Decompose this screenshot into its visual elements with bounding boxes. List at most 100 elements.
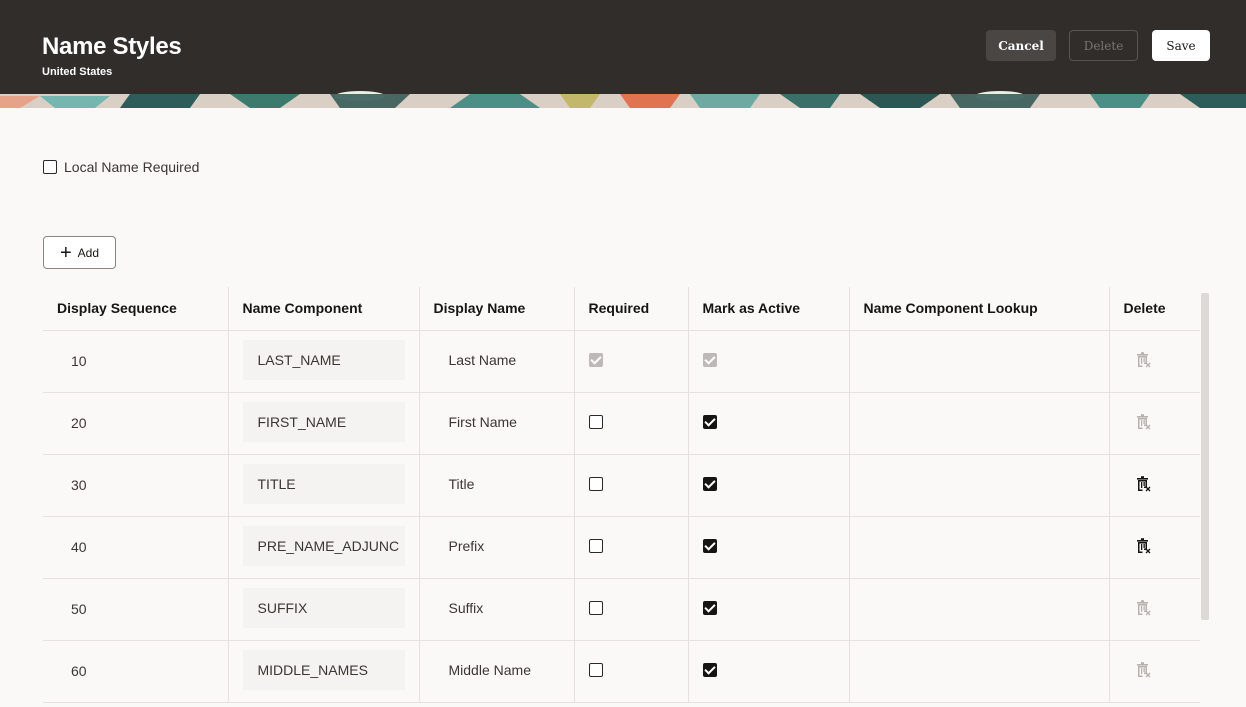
required-cell <box>574 330 689 393</box>
required-checkbox[interactable] <box>588 600 603 615</box>
display-sequence-cell: 10 <box>43 330 229 393</box>
display-sequence-value: 50 <box>71 601 87 617</box>
required-checkbox[interactable] <box>588 538 603 553</box>
display-sequence-cell: 40 <box>43 516 229 579</box>
name-component-lookup-cell[interactable] <box>849 454 1110 517</box>
local-name-required-label: Local Name Required <box>64 159 200 175</box>
display-sequence-cell: 30 <box>43 454 229 517</box>
name-component-lookup-cell[interactable] <box>849 330 1110 393</box>
table-row[interactable]: 60 MIDDLE_NAMES Middle Name <box>43 640 1200 703</box>
display-name-value[interactable]: Title <box>434 464 490 504</box>
trash-icon[interactable] <box>1134 475 1152 496</box>
name-component-lookup-cell[interactable] <box>849 516 1110 579</box>
delete-cell <box>1109 516 1200 579</box>
name-component-value: PRE_NAME_ADJUNC <box>242 525 405 566</box>
local-name-required-field[interactable]: Local Name Required <box>43 159 199 175</box>
name-component-cell: LAST_NAME <box>228 330 420 393</box>
delete-button[interactable]: Delete <box>1069 30 1138 61</box>
name-component-cell: SUFFIX <box>228 578 420 641</box>
display-sequence-cell: 20 <box>43 392 229 455</box>
delete-cell <box>1109 578 1200 641</box>
page-header: Name Styles United States Cancel Delete … <box>0 0 1246 108</box>
display-sequence-value: 60 <box>71 663 87 679</box>
plus-icon: + <box>59 241 72 264</box>
display-sequence-cell: 60 <box>43 640 229 703</box>
required-cell <box>574 516 689 579</box>
scrollbar-thumb[interactable] <box>1201 293 1209 620</box>
mark-as-active-checkbox[interactable] <box>702 414 717 429</box>
required-cell <box>574 640 689 703</box>
trash-icon <box>1134 351 1152 372</box>
table-row[interactable]: 50 SUFFIX Suffix <box>43 578 1200 641</box>
add-button-label: Add <box>77 245 100 260</box>
display-name-cell[interactable]: Middle Name <box>419 640 575 703</box>
required-checkbox[interactable] <box>588 476 603 491</box>
mark-as-active-checkbox[interactable] <box>702 476 717 491</box>
display-name-value[interactable]: Last Name <box>434 340 532 380</box>
table-row[interactable]: 40 PRE_NAME_ADJUNC Prefix <box>43 516 1200 579</box>
mark-as-active-cell <box>688 516 850 579</box>
save-button[interactable]: Save <box>1152 30 1210 61</box>
display-sequence-value: 10 <box>71 353 87 369</box>
table-row[interactable]: 30 TITLE Title <box>43 454 1200 517</box>
display-name-cell[interactable]: Title <box>419 454 575 517</box>
add-button[interactable]: + Add <box>43 236 116 269</box>
mark-as-active-checkbox[interactable] <box>702 538 717 553</box>
name-component-lookup-cell[interactable] <box>849 392 1110 455</box>
column-header-delete[interactable]: Delete <box>1109 287 1200 331</box>
page-title: Name Styles <box>42 33 182 60</box>
local-name-required-checkbox[interactable] <box>43 160 57 174</box>
trash-icon <box>1134 599 1152 620</box>
name-component-value: TITLE <box>242 463 405 504</box>
name-component-value: FIRST_NAME <box>242 401 405 442</box>
cancel-button[interactable]: Cancel <box>986 30 1056 61</box>
required-cell <box>574 454 689 517</box>
table-row[interactable]: 20 FIRST_NAME First Name <box>43 392 1200 455</box>
display-name-cell[interactable]: Suffix <box>419 578 575 641</box>
mark-as-active-cell <box>688 330 850 393</box>
decorative-banner <box>0 90 1246 108</box>
column-header-required[interactable]: Required <box>574 287 689 331</box>
mark-as-active-checkbox <box>702 352 717 367</box>
required-cell <box>574 392 689 455</box>
display-name-cell[interactable]: First Name <box>419 392 575 455</box>
mark-as-active-checkbox[interactable] <box>702 662 717 677</box>
table-row[interactable]: 10 LAST_NAME Last Name <box>43 330 1200 393</box>
column-header-mark-as-active[interactable]: Mark as Active <box>688 287 850 331</box>
display-name-value[interactable]: Prefix <box>434 526 500 566</box>
table-header-row: Display Sequence Name Component Display … <box>43 287 1200 331</box>
mark-as-active-cell <box>688 640 850 703</box>
required-checkbox[interactable] <box>588 414 603 429</box>
page-subtitle: United States <box>42 66 113 78</box>
name-component-cell: TITLE <box>228 454 420 517</box>
required-checkbox[interactable] <box>588 662 603 677</box>
required-cell <box>574 578 689 641</box>
name-components-table: Display Sequence Name Component Display … <box>43 287 1200 707</box>
name-component-value: MIDDLE_NAMES <box>242 649 405 690</box>
mark-as-active-checkbox[interactable] <box>702 600 717 615</box>
column-header-name-component[interactable]: Name Component <box>228 287 420 331</box>
display-name-cell[interactable]: Last Name <box>419 330 575 393</box>
table-scrollbar[interactable] <box>1200 287 1210 707</box>
trash-icon <box>1134 413 1152 434</box>
name-component-lookup-cell[interactable] <box>849 578 1110 641</box>
name-component-cell: FIRST_NAME <box>228 392 420 455</box>
delete-cell <box>1109 454 1200 517</box>
display-sequence-value: 30 <box>71 477 87 493</box>
display-name-cell[interactable]: Prefix <box>419 516 575 579</box>
name-component-cell: MIDDLE_NAMES <box>228 640 420 703</box>
name-component-lookup-cell[interactable] <box>849 640 1110 703</box>
display-name-value[interactable]: First Name <box>434 402 532 442</box>
name-component-cell: PRE_NAME_ADJUNC <box>228 516 420 579</box>
required-checkbox <box>588 352 603 367</box>
column-header-name-component-lookup[interactable]: Name Component Lookup <box>849 287 1110 331</box>
trash-icon <box>1134 661 1152 682</box>
display-name-value[interactable]: Middle Name <box>434 650 546 690</box>
display-name-value[interactable]: Suffix <box>434 588 499 628</box>
name-component-value: SUFFIX <box>242 587 405 628</box>
trash-icon[interactable] <box>1134 537 1152 558</box>
display-sequence-cell: 50 <box>43 578 229 641</box>
display-sequence-value: 40 <box>71 539 87 555</box>
column-header-display-name[interactable]: Display Name <box>419 287 575 331</box>
column-header-display-sequence[interactable]: Display Sequence <box>43 287 229 331</box>
